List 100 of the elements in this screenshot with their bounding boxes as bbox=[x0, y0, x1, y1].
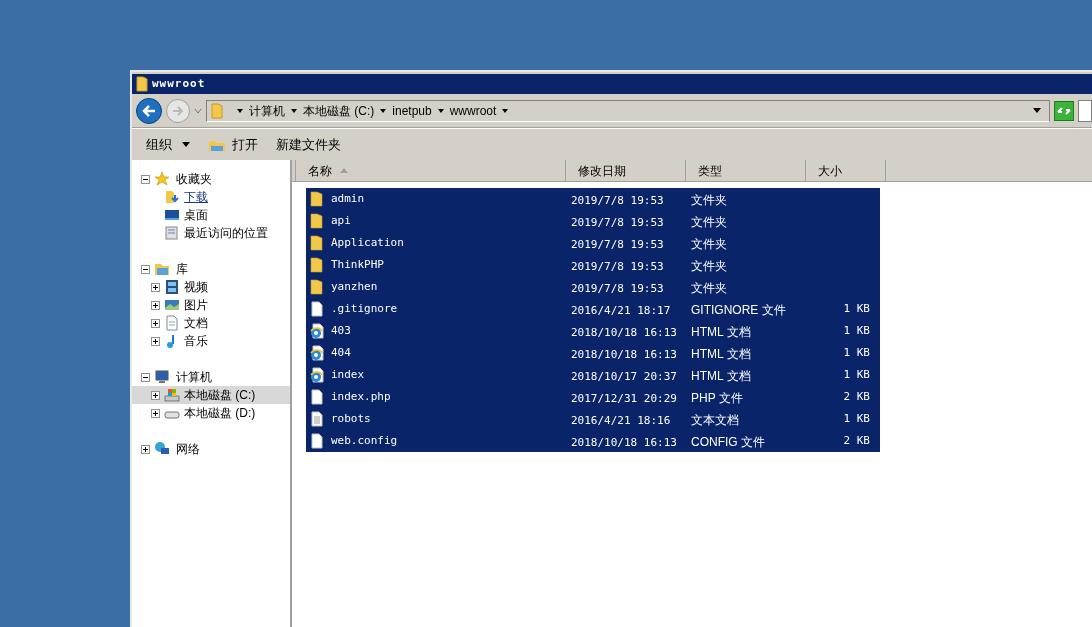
breadcrumb[interactable]: wwwroot bbox=[449, 101, 497, 120]
nav-item[interactable]: 库 bbox=[174, 260, 190, 278]
file-row[interactable]: 404 2018/10/18 16:13 HTML 文档 1 KB bbox=[306, 342, 880, 364]
expander-icon[interactable] bbox=[141, 174, 150, 184]
column-header[interactable]: 类型 bbox=[686, 160, 806, 181]
nav-item[interactable]: 下载 bbox=[184, 188, 208, 206]
expander-icon[interactable] bbox=[141, 444, 150, 454]
nav-item[interactable]: 视频 bbox=[184, 278, 208, 296]
nav-item[interactable]: 图片 bbox=[184, 296, 208, 314]
file-row[interactable]: Application 2019/7/8 19:53 文件夹 bbox=[306, 232, 880, 254]
expander-icon[interactable] bbox=[151, 408, 160, 418]
file-row[interactable]: index.php 2017/12/31 20:29 PHP 文件 2 KB bbox=[306, 386, 880, 408]
computer-icon bbox=[154, 369, 170, 385]
file-row[interactable]: ThinkPHP 2019/7/8 19:53 文件夹 bbox=[306, 254, 880, 276]
file-name: api bbox=[331, 212, 351, 229]
type-cell: PHP 文件 bbox=[691, 391, 743, 405]
folder-icon bbox=[309, 213, 325, 229]
file-name: 404 bbox=[331, 344, 351, 361]
document-icon bbox=[164, 315, 180, 331]
file-row[interactable]: yanzhen 2019/7/8 19:53 文件夹 bbox=[306, 276, 880, 298]
caret-icon[interactable] bbox=[237, 108, 243, 113]
file-row[interactable]: .gitignore 2016/4/21 18:17 GITIGNORE 文件 1 KB bbox=[306, 298, 880, 320]
folder-icon bbox=[309, 257, 325, 273]
dropdown-caret-icon[interactable] bbox=[1033, 108, 1041, 113]
network-icon bbox=[154, 441, 170, 457]
file-name: Application bbox=[331, 234, 404, 251]
size-cell-text: 1 KB bbox=[843, 300, 870, 317]
nav-item[interactable]: 文档 bbox=[184, 314, 208, 332]
toolbar-button[interactable]: 新建文件夹 bbox=[276, 134, 341, 155]
file-name: yanzhen bbox=[331, 278, 378, 295]
date-cell: 2019/7/8 19:53 bbox=[571, 216, 664, 229]
nav-item[interactable]: 桌面 bbox=[184, 206, 208, 224]
nav-item[interactable]: 计算机 bbox=[174, 368, 214, 386]
file-name: admin bbox=[331, 190, 365, 207]
forward-arrow-icon bbox=[172, 105, 184, 116]
nav-item[interactable]: 最近访问的位置 bbox=[184, 224, 268, 242]
file-row[interactable]: admin 2019/7/8 19:53 文件夹 bbox=[306, 188, 880, 210]
type-cell: 文件夹 bbox=[691, 193, 727, 207]
web-page-icon bbox=[309, 367, 325, 383]
caret-icon[interactable] bbox=[291, 108, 297, 113]
caret-icon[interactable] bbox=[380, 108, 387, 113]
nav-item[interactable]: 本地磁盘 (D:) bbox=[184, 404, 256, 422]
expander-icon[interactable] bbox=[141, 264, 150, 274]
star-icon bbox=[154, 171, 170, 187]
expander-icon[interactable] bbox=[151, 300, 160, 310]
caret-icon bbox=[182, 142, 190, 147]
expander-icon[interactable] bbox=[141, 372, 150, 382]
date-cell: 2016/4/21 18:17 bbox=[571, 304, 671, 317]
refresh-button[interactable] bbox=[1054, 100, 1074, 121]
nav-item[interactable]: 音乐 bbox=[184, 332, 208, 350]
file-row[interactable]: api 2019/7/8 19:53 文件夹 bbox=[306, 210, 880, 232]
expander-icon[interactable] bbox=[151, 336, 160, 346]
caret-icon[interactable] bbox=[437, 108, 444, 113]
search-field[interactable] bbox=[1078, 99, 1092, 122]
size-cell-text: 1 KB bbox=[843, 410, 870, 427]
nav-item[interactable]: 网络 bbox=[174, 440, 202, 458]
back-button[interactable] bbox=[136, 97, 162, 124]
type-cell: GITIGNORE 文件 bbox=[691, 303, 786, 317]
toolbar-button[interactable]: 组织 bbox=[146, 134, 190, 155]
file-name: web.config bbox=[331, 432, 398, 449]
date-cell: 2018/10/18 16:13 bbox=[571, 348, 677, 361]
date-cell: 2017/12/31 20:29 bbox=[571, 392, 677, 405]
expander-icon[interactable] bbox=[151, 282, 160, 292]
size-cell-text: 1 KB bbox=[843, 322, 870, 339]
file-row[interactable]: robots 2016/4/21 18:16 文本文档 1 KB bbox=[306, 408, 880, 430]
file-icon bbox=[309, 433, 325, 449]
type-cell: 文件夹 bbox=[691, 281, 727, 295]
date-cell: 2019/7/8 19:53 bbox=[571, 238, 664, 251]
breadcrumb[interactable]: inetpub bbox=[392, 101, 432, 120]
file-name: ThinkPHP bbox=[331, 256, 384, 273]
toolbar-button[interactable]: 打开 bbox=[208, 134, 258, 155]
type-cell: HTML 文档 bbox=[691, 369, 751, 383]
caret-icon[interactable] bbox=[502, 108, 509, 113]
system-drive-icon bbox=[164, 387, 180, 403]
file-row[interactable]: 403 2018/10/18 16:13 HTML 文档 1 KB bbox=[306, 320, 880, 342]
breadcrumb[interactable]: 计算机 bbox=[249, 101, 285, 120]
file-name: robots bbox=[331, 410, 371, 427]
folder-icon bbox=[136, 76, 148, 92]
date-cell: 2018/10/18 16:13 bbox=[571, 326, 677, 339]
size-cell-text: 1 KB bbox=[843, 366, 870, 383]
column-header[interactable]: 名称 bbox=[296, 160, 566, 181]
column-header[interactable]: 修改日期 bbox=[566, 160, 686, 181]
file-row[interactable]: index 2018/10/17 20:37 HTML 文档 1 KB bbox=[306, 364, 880, 386]
expander-icon[interactable] bbox=[151, 390, 160, 400]
date-cell: 2018/10/18 16:13 bbox=[571, 436, 677, 449]
back-arrow-icon bbox=[142, 104, 156, 117]
type-cell: 文件夹 bbox=[691, 259, 727, 273]
folder-icon bbox=[309, 235, 325, 251]
breadcrumb[interactable]: 本地磁盘 (C:) bbox=[303, 101, 375, 120]
file-icon bbox=[309, 301, 325, 317]
column-header[interactable]: 大小 bbox=[806, 160, 886, 181]
date-cell: 2016/4/21 18:16 bbox=[571, 414, 671, 427]
desktop-icon bbox=[164, 207, 180, 223]
type-cell: HTML 文档 bbox=[691, 325, 751, 339]
history-caret-icon[interactable] bbox=[194, 107, 202, 114]
file-row[interactable]: web.config 2018/10/18 16:13 CONFIG 文件 2 KB bbox=[306, 430, 880, 452]
expander-icon[interactable] bbox=[151, 318, 160, 328]
address-bar[interactable]: 计算机 本地磁盘 (C:) inetpub wwwroot bbox=[206, 99, 1050, 122]
nav-item[interactable]: 收藏夹 bbox=[174, 170, 214, 188]
type-cell: 文件夹 bbox=[691, 237, 727, 251]
